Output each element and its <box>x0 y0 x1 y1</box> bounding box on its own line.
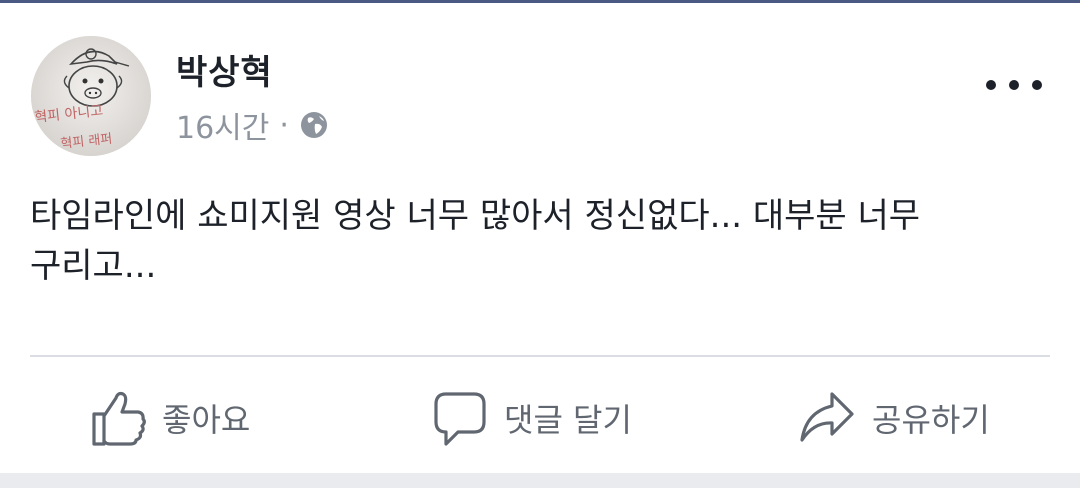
post-meta: 16시간 · <box>176 103 329 147</box>
share-arrow-icon <box>798 388 856 448</box>
dot-icon <box>986 80 996 90</box>
avatar-sketch: 혁피 아니고 혁피 래퍼 <box>31 36 151 156</box>
thumbs-up-icon <box>90 388 146 448</box>
comment-button[interactable]: 댓글 달기 <box>432 383 632 453</box>
like-label: 좋아요 <box>162 401 251 439</box>
post-text: 타임라인에 쇼미지원 영상 너무 많아서 정신없다... 대부분 너무 구리고.… <box>30 196 921 286</box>
feed-separator <box>0 473 1080 488</box>
post-time[interactable]: 16시간 <box>176 103 269 147</box>
author-name[interactable]: 박상혁 <box>176 45 273 94</box>
like-button[interactable]: 좋아요 <box>90 383 250 453</box>
action-bar: 좋아요 댓글 달기 공유하기 <box>0 383 1080 453</box>
meta-separator: · <box>279 107 289 143</box>
share-label: 공유하기 <box>872 401 990 439</box>
post-card: 혁피 아니고 혁피 래퍼 박상혁 16시간 · 타임라인에 쇼미지원 영상 너무… <box>0 3 1080 473</box>
comment-bubble-icon <box>432 388 488 448</box>
divider <box>30 355 1050 357</box>
dot-icon <box>1009 80 1019 90</box>
dot-icon <box>1032 80 1042 90</box>
more-options-button[interactable] <box>986 63 1042 107</box>
share-button[interactable]: 공유하기 <box>798 383 990 453</box>
comment-label: 댓글 달기 <box>504 401 632 439</box>
globe-icon <box>299 110 329 140</box>
avatar[interactable]: 혁피 아니고 혁피 래퍼 <box>31 36 151 156</box>
